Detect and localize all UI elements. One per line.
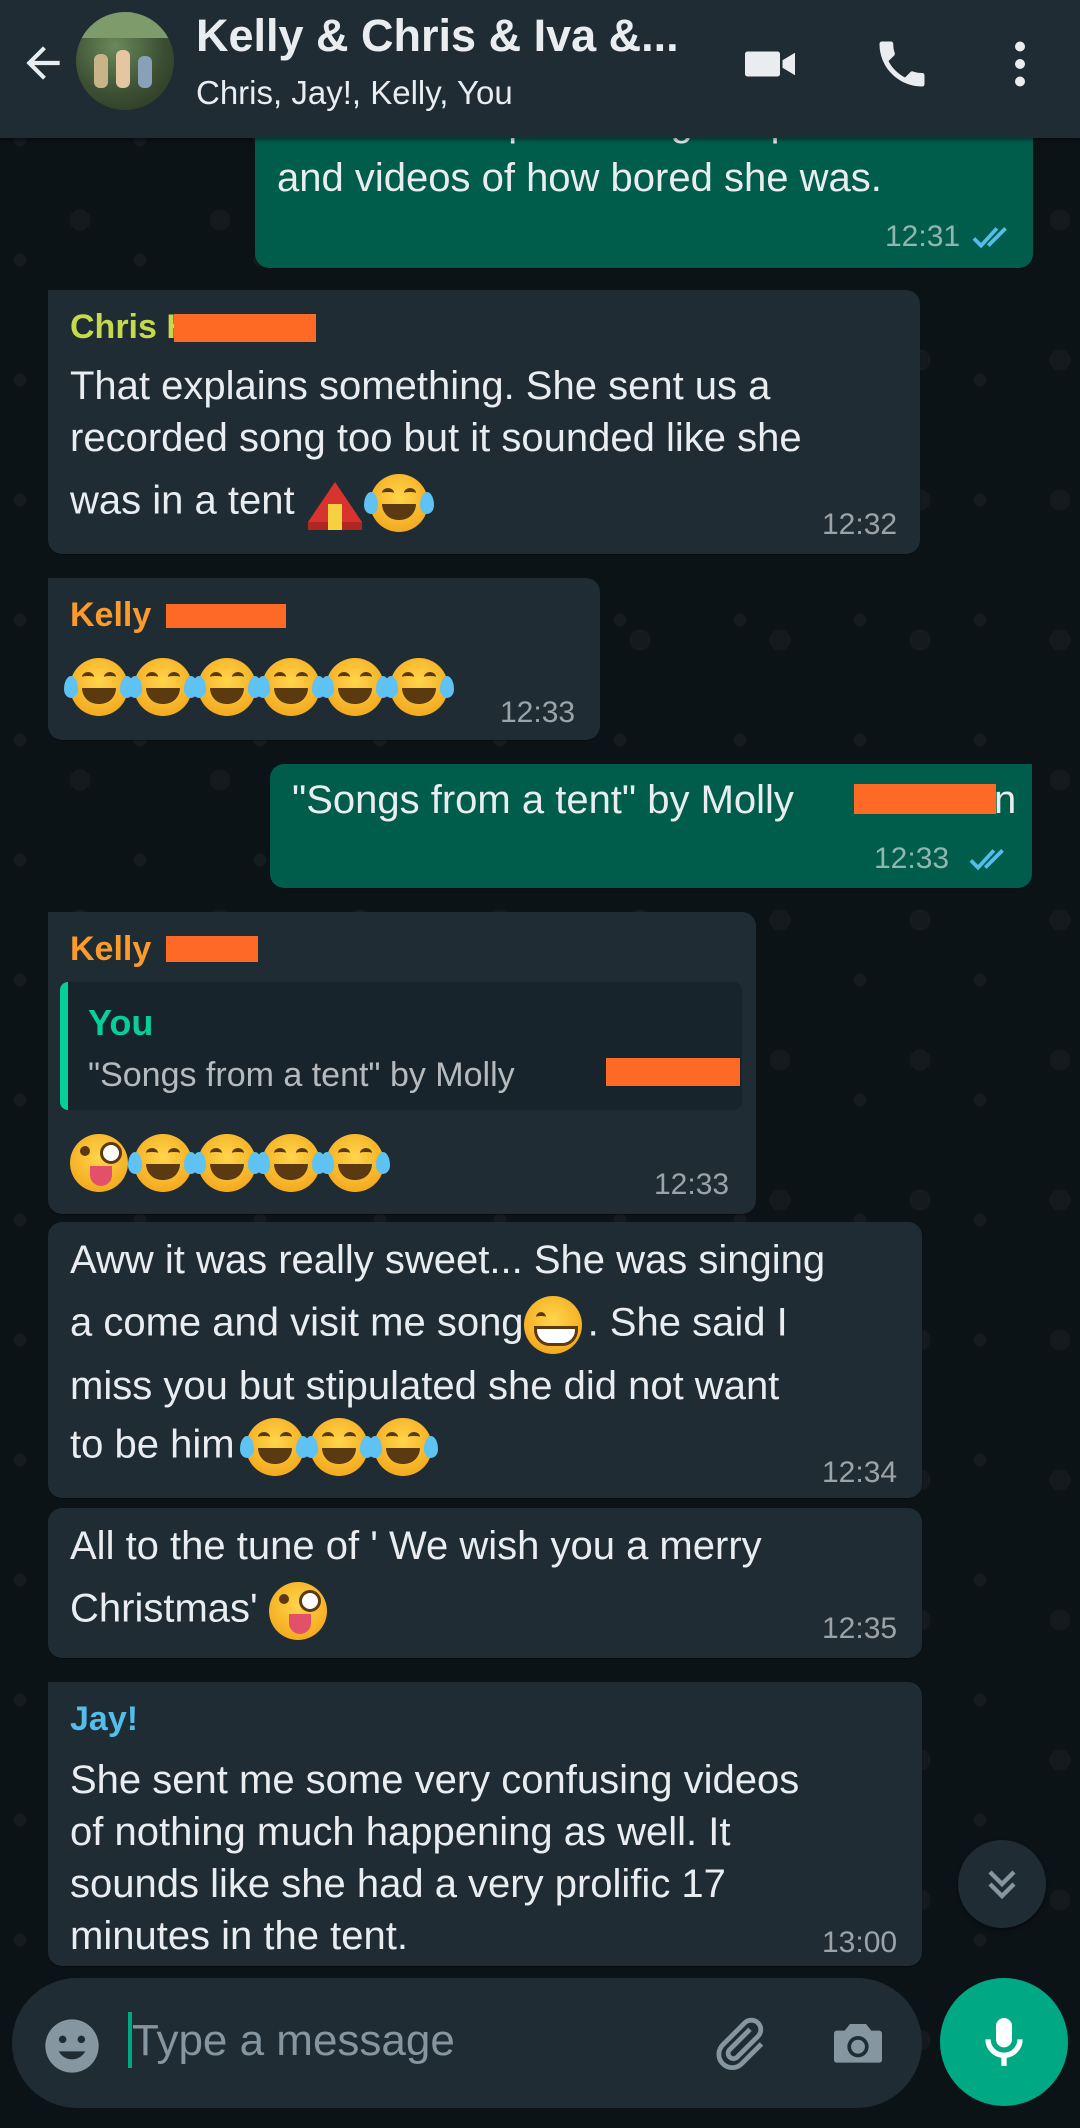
sender-name: Jay! — [70, 1700, 139, 1738]
double-chevron-down-icon — [988, 1870, 1016, 1900]
message-time: 12:33 — [654, 1168, 730, 1201]
redaction-bar — [166, 604, 286, 628]
sender-name: Chris H — [70, 308, 191, 346]
face-with-tears-of-joy-icon — [192, 1134, 262, 1192]
message-bubble-outgoing[interactable]: "Songs from a tent" by Molly n 12:33 — [270, 764, 1032, 888]
more-vert-icon[interactable] — [990, 34, 1050, 94]
video-call-icon[interactable] — [740, 34, 800, 94]
quoted-text: "Songs from a tent" by Molly — [88, 1056, 515, 1094]
quoted-author: You — [88, 1002, 154, 1043]
message-time: 12:34 — [822, 1456, 898, 1489]
face-with-tears-of-joy-icon — [320, 1134, 390, 1192]
message-text-trailing: n — [994, 778, 1017, 822]
read-ticks-icon — [972, 227, 1007, 249]
scroll-to-bottom-button[interactable] — [958, 1840, 1046, 1928]
phone-icon[interactable] — [872, 34, 932, 94]
face-with-tears-of-joy-icon — [256, 1134, 326, 1192]
face-with-tears-of-joy-icon — [320, 658, 390, 716]
face-with-tears-of-joy-icon — [367, 1418, 438, 1476]
face-with-tears-of-joy-icon — [363, 474, 434, 532]
camera-icon[interactable] — [826, 2012, 890, 2076]
redaction-bar — [606, 1058, 740, 1086]
redaction-bar — [854, 784, 996, 814]
message-text-line: Aww it was really sweet... She was singi… — [70, 1238, 826, 1282]
microphone-icon — [985, 2018, 1023, 2066]
quoted-message[interactable]: You "Songs from a tent" by Molly — [60, 982, 742, 1110]
message-text-line: minutes in the tent. — [70, 1914, 408, 1958]
redaction-bar — [174, 314, 316, 342]
message-time: 12:33 — [874, 842, 950, 875]
message-text-line: and videos of how bored she was. — [277, 156, 882, 200]
chat-title[interactable]: Kelly & Chris & Iva &... — [196, 10, 696, 62]
message-time: 12:35 — [822, 1612, 898, 1645]
chat-participants[interactable]: Chris, Jay!, Kelly, You — [196, 74, 513, 112]
face-with-tears-of-joy-icon — [64, 658, 134, 716]
read-ticks-icon — [969, 849, 1004, 871]
arrow-left-icon[interactable] — [18, 38, 68, 88]
message-text-line: All to the tune of ' We wish you a merry — [70, 1524, 762, 1568]
message-bubble-incoming[interactable]: Aww it was really sweet... She was singi… — [48, 1222, 922, 1498]
redaction-bar — [166, 936, 258, 962]
voice-record-button[interactable] — [940, 1978, 1068, 2106]
message-text-line: a come and visit me song. She said I — [70, 1296, 788, 1354]
message-time: 12:31 — [885, 220, 961, 253]
message-text-line: Christmas' — [70, 1582, 333, 1640]
chat-header: Kelly & Chris & Iva &... Chris, Jay!, Ke… — [0, 0, 1080, 138]
message-text-line: "Songs from a tent" by Molly — [292, 778, 794, 822]
message-text-line: to be him — [70, 1418, 438, 1476]
face-with-tears-of-joy-icon — [384, 658, 454, 716]
face-with-tears-of-joy-icon — [256, 658, 326, 716]
message-bubble-incoming[interactable]: Jay! She sent me some very confusing vid… — [48, 1682, 922, 1966]
message-time: 12:32 — [822, 508, 898, 541]
message-text-line: was in a tent — [70, 474, 434, 532]
message-bubble-incoming[interactable]: Kelly 12:33 — [48, 578, 600, 740]
emoji-icon[interactable] — [40, 2014, 104, 2078]
message-input[interactable]: Type a message — [132, 2016, 455, 2066]
message-bubble-incoming[interactable]: Chris H That explains something. She sen… — [48, 290, 920, 554]
face-with-tears-of-joy-icon — [128, 1134, 198, 1192]
message-bubble-incoming[interactable]: Kelly You "Songs from a tent" by Molly 1… — [48, 912, 756, 1214]
message-text-line: sounds like she had a very prolific 17 — [70, 1862, 726, 1906]
emoji-row — [70, 1134, 390, 1192]
message-bubble-incoming[interactable]: All to the tune of ' We wish you a merry… — [48, 1508, 922, 1658]
group-avatar[interactable] — [76, 12, 174, 110]
sender-name: Kelly — [70, 930, 152, 968]
emoji-row — [64, 658, 454, 716]
message-text-line: of nothing much happening as well. It — [70, 1810, 731, 1854]
face-with-tears-of-joy-icon — [128, 658, 198, 716]
message-text-line: recorded song too but it sounded like sh… — [70, 416, 802, 460]
face-with-tears-of-joy-icon — [239, 1418, 310, 1476]
message-text-line: miss you but stipulated she did not want — [70, 1364, 780, 1408]
zany-face-icon — [268, 1582, 327, 1640]
message-time: 13:00 — [822, 1926, 898, 1959]
paperclip-icon[interactable] — [706, 2012, 770, 2076]
zany-face-icon — [70, 1134, 128, 1192]
face-with-tears-of-joy-icon — [192, 658, 262, 716]
message-text-line: She sent me some very confusing videos — [70, 1758, 800, 1802]
message-time: 12:33 — [500, 696, 576, 729]
sender-name: Kelly — [70, 596, 152, 634]
grinning-face-icon — [523, 1296, 582, 1354]
message-text-line: That explains something. She sent us a — [70, 364, 771, 408]
face-with-tears-of-joy-icon — [303, 1418, 374, 1476]
circus-tent-icon — [306, 474, 364, 532]
